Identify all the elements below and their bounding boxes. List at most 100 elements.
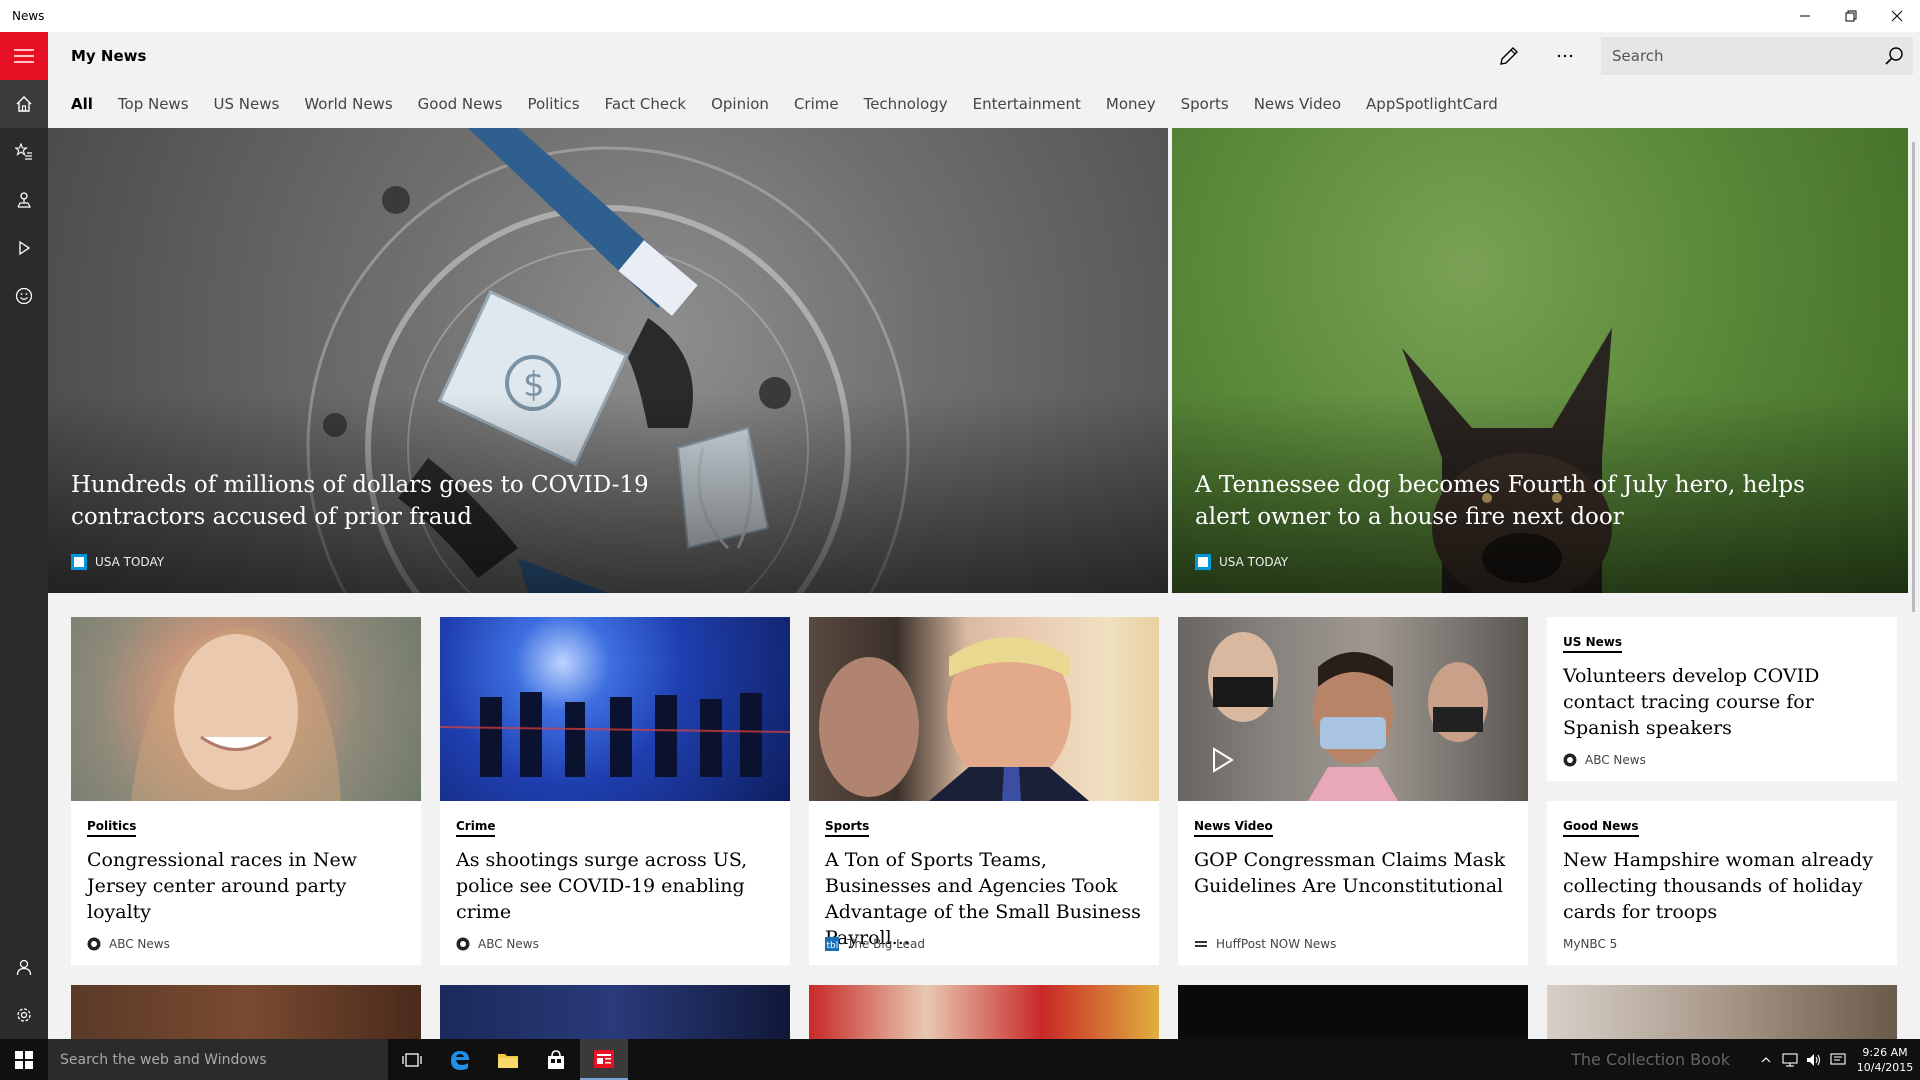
card-category[interactable]: Crime [456,819,496,837]
hero-story[interactable]: $ Hundreds of millions of dollars goes t… [48,128,1168,593]
card-category[interactable]: News Video [1194,819,1273,837]
rail-local-button[interactable] [0,176,48,224]
tab-technology[interactable]: Technology [864,95,948,113]
news-card-sports[interactable]: Sports A Ton of Sports Teams, Businesses… [809,617,1159,965]
tab-politics[interactable]: Politics [527,95,579,113]
pencil-icon [1500,47,1518,65]
network-tray-button[interactable] [1778,1039,1802,1080]
card-category[interactable]: Good News [1563,819,1639,837]
card-source: MyNBC 5 [1563,937,1617,951]
search-input[interactable] [1601,37,1875,75]
card-headline[interactable]: GOP Congressman Claims Mask Guidelines A… [1194,847,1512,899]
tab-world-news[interactable]: World News [304,95,392,113]
task-view-button[interactable] [388,1039,436,1080]
news-feed: $ Hundreds of millions of dollars goes t… [48,128,1908,1039]
rail-account-button[interactable] [0,943,48,991]
minimize-icon [1800,15,1810,17]
card-category[interactable]: Sports [825,819,870,837]
card-category[interactable]: Politics [87,819,137,837]
police-night-scene [440,617,790,801]
hero-source: USA TODAY [1195,554,1288,570]
hero-source-name: USA TODAY [95,555,165,569]
file-explorer-taskbar-button[interactable] [484,1039,532,1080]
news-card-news-video[interactable]: News Video GOP Congressman Claims Mask G… [1178,617,1528,965]
card-body: News Video GOP Congressman Claims Mask G… [1178,801,1528,899]
app-title: News [12,9,45,23]
tab-sports[interactable]: Sports [1181,95,1229,113]
card-headline[interactable]: New Hampshire woman already collecting t… [1563,847,1881,925]
close-icon [1891,10,1903,22]
tab-news-video[interactable]: News Video [1254,95,1341,113]
smiling-woman-portrait [71,617,421,801]
tab-fact-check[interactable]: Fact Check [605,95,686,113]
big-lead-logo-icon: tbl [825,937,839,951]
restore-button[interactable] [1828,0,1874,32]
news-card-crime[interactable]: Crime As shootings surge across US, poli… [440,617,790,965]
hamburger-icon [14,49,34,63]
navigation-rail [0,32,48,1039]
edge-taskbar-button[interactable] [436,1039,484,1080]
hero-story-secondary[interactable]: A Tennessee dog becomes Fourth of July h… [1172,128,1908,593]
tab-opinion[interactable]: Opinion [711,95,769,113]
rail-home-button[interactable] [0,80,48,128]
card-body: Good News New Hampshire woman already co… [1547,801,1897,925]
taskbar-search-input[interactable] [60,1051,380,1068]
search-button[interactable] [1875,37,1913,75]
menu-button[interactable] [0,32,48,80]
rail-settings-button[interactable] [0,991,48,1039]
card-source-name: ABC News [478,937,539,951]
news-app-window: News My News Search All Top News US News… [0,0,1920,1080]
card-headline[interactable]: Congressional races in New Jersey center… [87,847,405,925]
tab-top-news[interactable]: Top News [118,95,189,113]
news-card-partial[interactable] [1547,985,1897,1039]
taskbar-search-box [48,1039,388,1080]
start-button[interactable] [0,1039,48,1080]
news-card-partial[interactable] [71,985,421,1039]
card-headline[interactable]: A Ton of Sports Teams, Businesses and Ag… [825,847,1143,951]
close-button[interactable] [1874,0,1920,32]
usa-today-logo-icon [71,554,87,570]
card-headline[interactable]: Volunteers develop COVID contact tracing… [1563,663,1881,741]
action-center-button[interactable] [1826,1039,1850,1080]
volume-tray-button[interactable] [1802,1039,1826,1080]
taskbar-clock[interactable]: 9:26 AM 10/4/2015 [1850,1045,1920,1075]
card-category[interactable]: US News [1563,635,1622,653]
tray-chevron-button[interactable] [1754,1039,1778,1080]
hero-headline[interactable]: A Tennessee dog becomes Fourth of July h… [1195,469,1835,533]
news-card-partial[interactable] [809,985,1159,1039]
window-controls [1782,0,1920,32]
category-tabs: All Top News US News World News Good New… [48,84,1523,124]
card-headline[interactable]: As shootings surge across US, police see… [456,847,774,925]
tab-money[interactable]: Money [1106,95,1156,113]
abc-news-logo-icon [87,937,101,951]
card-body: Politics Congressional races in New Jers… [71,801,421,925]
tab-good-news[interactable]: Good News [418,95,503,113]
watermark-text: The Collection Book [1571,1050,1730,1069]
hero-headline[interactable]: Hundreds of millions of dollars goes to … [71,469,711,533]
minimize-button[interactable] [1782,0,1828,32]
edit-button[interactable] [1481,32,1537,80]
rail-interests-button[interactable] [0,128,48,176]
news-taskbar-button[interactable] [580,1039,628,1080]
tab-us-news[interactable]: US News [214,95,280,113]
tab-crime[interactable]: Crime [794,95,839,113]
news-card-partial[interactable] [440,985,790,1039]
rail-feedback-button[interactable] [0,272,48,320]
more-options-button[interactable] [1537,32,1593,80]
vertical-scrollbar[interactable] [1908,128,1920,1039]
news-card-good-news[interactable]: Good News New Hampshire woman already co… [1547,801,1897,965]
scrollbar-thumb[interactable] [1912,142,1915,612]
tab-app-spotlight-card[interactable]: AppSpotlightCard [1366,95,1498,113]
news-card-us-news[interactable]: US News Volunteers develop COVID contact… [1547,617,1897,781]
news-card-partial[interactable] [1178,985,1528,1039]
tab-all[interactable]: All [71,95,93,113]
tab-entertainment[interactable]: Entertainment [973,95,1081,113]
rail-video-button[interactable] [0,224,48,272]
play-overlay-icon[interactable] [1211,747,1235,773]
news-card-politics[interactable]: Politics Congressional races in New Jers… [71,617,421,965]
card-source: ABC News [1563,753,1646,767]
store-taskbar-button[interactable] [532,1039,580,1080]
system-tray: The Collection Book 9:26 AM 10/4/2015 [1571,1039,1920,1080]
card-source: ABC News [456,937,539,951]
notification-icon [1830,1052,1846,1065]
